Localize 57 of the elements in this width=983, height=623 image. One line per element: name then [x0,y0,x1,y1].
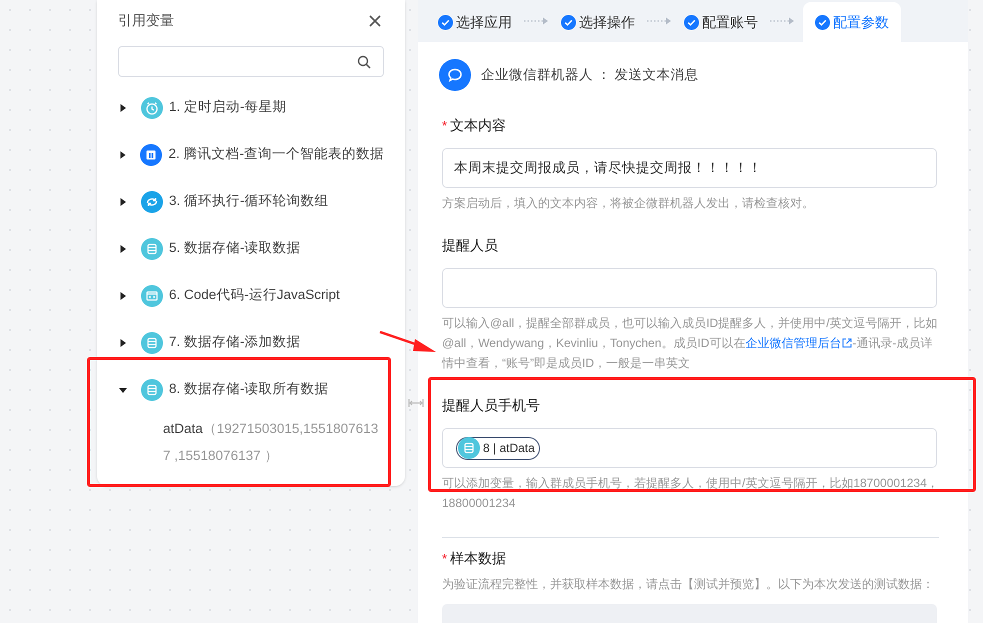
text-field[interactable] [442,268,937,308]
field-label: 文本内容 [450,116,506,135]
field-hint: 为验证流程完整性，并获取样本数据，请点击【测试并预览】。以下为本次发送的测试数据： [442,576,935,593]
required-mark: * [442,116,448,135]
caret-icon[interactable] [119,292,127,300]
admin-link[interactable]: 企业微信管理后台 [745,336,852,350]
step-tab[interactable]: 选择应用 [434,2,516,42]
caret-icon[interactable] [119,104,127,112]
search-field[interactable] [118,46,384,77]
caret-icon[interactable] [119,198,127,206]
close-icon[interactable] [369,14,381,26]
panel-title: 引用变量 [118,11,174,30]
check-circle-icon [561,14,576,30]
field-label: 提醒人员 [442,236,498,255]
tree-item[interactable]: 2. 腾讯文档-查询一个智能表的数据 [118,131,384,178]
step-tab[interactable]: 配置参数 [803,2,901,42]
database-icon [141,332,163,354]
tree-item[interactable]: 5. 数据存储-读取数据 [118,225,384,272]
check-circle-icon [684,14,699,30]
external-link-icon [842,338,852,348]
caret-icon[interactable] [119,244,127,252]
field-hint: 方案启动后，填入的文本内容，将被企微群机器人发出，请检查核对。 [442,195,815,212]
loop-icon [141,190,163,212]
tree-item[interactable]: 6. Code代码-运行JavaScript [118,272,384,319]
code-icon [141,284,163,306]
database-icon [141,378,163,400]
step-tab[interactable]: 配置账号 [680,2,762,42]
header-title: 企业微信群机器人 ： 发送文本消息 [481,66,699,84]
tree-item[interactable]: 8. 数据存储-读取所有数据 [118,366,384,413]
check-circle-icon [438,14,453,30]
chat-bubble-icon [439,59,471,91]
search-icon [357,54,371,68]
required-mark: * [442,550,448,568]
variable-value[interactable]: atData（19271503015,15518076137 ,15518076137 ） [118,413,384,469]
variable-field[interactable]: 8 | atData [442,428,937,468]
field-hint: 可以添加变量，输入群成员手机号，若提醒多人，使用中/英文逗号隔开，比如18700001234，18800001234 [442,475,939,512]
caret-icon[interactable] [119,150,126,158]
field-label: 提醒人员手机号 [442,396,540,415]
tree-item[interactable]: 3. 循环执行-循环轮询数组 [118,178,384,225]
text-field[interactable]: 本周末提交周报成员，请尽快提交周报！！！！！ [442,148,937,188]
field-hint: 可以输入@all，提醒全部群成员，也可以输入成员ID提醒多人，并使用中/英文逗号隔开，比如@all，Wendywang，Kevinliu，Tonychen。成员ID可以在企业微信管理后台 -通讯录-成员详情中查看，“账号”即是成员ID，一般是一串英文 [442,315,939,372]
tree-item[interactable]: 1. 定时启动-每星期 [118,84,384,131]
database-icon [141,238,163,260]
caret-icon[interactable] [119,386,127,394]
dotted-arrow-icon [524,17,549,25]
check-circle-icon [815,14,830,30]
dotted-arrow-icon [647,17,672,25]
database-icon [458,437,480,459]
step-tab[interactable]: 选择操作 [557,2,639,42]
caret-icon[interactable] [119,338,127,346]
resize-handle-icon[interactable] [408,398,424,408]
annotation-arrow [379,330,437,354]
field-label: 样本数据 [450,549,506,568]
clock-icon [141,96,163,118]
variable-tag[interactable]: 8 | atData [456,436,540,460]
dotted-arrow-icon [770,17,795,25]
tree-item[interactable]: 7. 数据存储-添加数据 [118,319,384,366]
